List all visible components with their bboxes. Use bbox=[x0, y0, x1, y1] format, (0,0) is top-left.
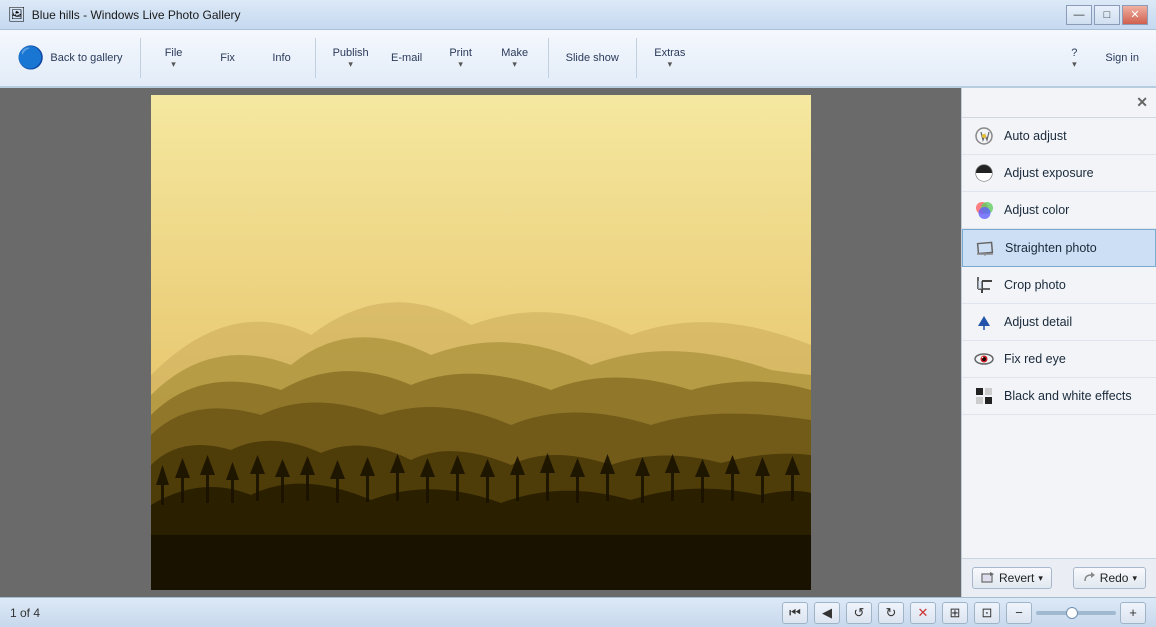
signin-button[interactable]: Sign in bbox=[1096, 33, 1148, 83]
adjust-color-item[interactable]: Adjust color bbox=[962, 192, 1156, 229]
revert-arrow-icon: ▾ bbox=[1038, 573, 1043, 584]
adjust-exposure-item[interactable]: Adjust exposure bbox=[962, 155, 1156, 192]
back-label: Back to gallery bbox=[50, 52, 122, 64]
sep-2 bbox=[315, 38, 316, 78]
extras-menu-button[interactable]: Extras ▾ bbox=[645, 33, 695, 83]
slideshow-label: Slide show bbox=[566, 52, 619, 64]
nav-controls: ⏮ ◀ ↺ ↻ ✕ ⊞ ⊡ − + bbox=[782, 602, 1146, 624]
titlebar: 🖼 Blue hills - Windows Live Photo Galler… bbox=[0, 0, 1156, 30]
redo-button[interactable]: Redo ▾ bbox=[1073, 567, 1146, 589]
auto-adjust-icon bbox=[974, 126, 994, 146]
revert-label: Revert bbox=[999, 571, 1034, 585]
revert-icon bbox=[981, 571, 995, 585]
straighten-photo-label: Straighten photo bbox=[1005, 241, 1097, 255]
app-icon: 🖼 bbox=[8, 6, 26, 23]
extras-label: Extras bbox=[654, 47, 685, 59]
photo-count: 1 of 4 bbox=[10, 606, 40, 620]
black-white-icon bbox=[974, 386, 994, 406]
prev-photo-button[interactable]: ◀ bbox=[814, 602, 840, 624]
publish-label: Publish bbox=[333, 47, 369, 59]
window-controls: — □ ✕ bbox=[1066, 5, 1148, 25]
extras-arrow-icon: ▾ bbox=[666, 59, 675, 70]
print-label: Print bbox=[449, 47, 472, 59]
fix-label: Fix bbox=[220, 52, 235, 64]
zoom-slider[interactable] bbox=[1036, 611, 1116, 615]
slideshow-button[interactable]: Slide show bbox=[557, 33, 628, 83]
redo-icon bbox=[1082, 571, 1096, 585]
print-arrow-icon: ▾ bbox=[456, 59, 465, 70]
sep-4 bbox=[636, 38, 637, 78]
email-button[interactable]: E-mail bbox=[382, 33, 432, 83]
make-menu-button[interactable]: Make ▾ bbox=[490, 33, 540, 83]
panel-footer: Revert ▾ Redo ▾ bbox=[962, 558, 1156, 597]
sep-1 bbox=[140, 38, 141, 78]
zoom-out-button[interactable]: − bbox=[1006, 602, 1032, 624]
make-arrow-icon: ▾ bbox=[510, 59, 519, 70]
rotate-cw-button[interactable]: ↻ bbox=[878, 602, 904, 624]
fix-button[interactable]: Fix bbox=[203, 33, 253, 83]
photo-canvas bbox=[151, 95, 811, 590]
adjust-color-icon bbox=[974, 200, 994, 220]
info-button[interactable]: Info bbox=[257, 33, 307, 83]
adjust-detail-icon bbox=[974, 312, 994, 332]
panel-close-button[interactable]: ✕ bbox=[1136, 94, 1148, 111]
fix-red-eye-label: Fix red eye bbox=[1004, 352, 1066, 366]
black-white-item[interactable]: Black and white effects bbox=[962, 378, 1156, 415]
redo-label: Redo bbox=[1100, 571, 1129, 585]
straighten-photo-icon bbox=[975, 238, 995, 258]
close-button[interactable]: ✕ bbox=[1122, 5, 1148, 25]
help-label: ? bbox=[1071, 47, 1077, 59]
adjust-color-label: Adjust color bbox=[1004, 203, 1069, 217]
crop-photo-icon bbox=[974, 275, 994, 295]
toolbar: 🔵 Back to gallery File ▾ Fix Info Publis… bbox=[0, 30, 1156, 88]
adjust-exposure-label: Adjust exposure bbox=[1004, 166, 1094, 180]
help-menu-button[interactable]: ? ▾ bbox=[1056, 33, 1092, 83]
crop-photo-label: Crop photo bbox=[1004, 278, 1066, 292]
crop-photo-item[interactable]: Crop photo bbox=[962, 267, 1156, 304]
right-panel: ✕ Auto adjust Adjust exposure bbox=[961, 88, 1156, 597]
straighten-photo-item[interactable]: Straighten photo bbox=[962, 229, 1156, 267]
signin-label: Sign in bbox=[1105, 52, 1139, 64]
auto-adjust-label: Auto adjust bbox=[1004, 129, 1067, 143]
file-menu-button[interactable]: File ▾ bbox=[149, 33, 199, 83]
photo-area bbox=[0, 88, 961, 597]
minimize-button[interactable]: — bbox=[1066, 5, 1092, 25]
info-label: Info bbox=[272, 52, 290, 64]
back-icon: 🔵 bbox=[17, 45, 44, 71]
zoom-controls: − + bbox=[1006, 602, 1146, 624]
publish-menu-button[interactable]: Publish ▾ bbox=[324, 33, 378, 83]
auto-adjust-item[interactable]: Auto adjust bbox=[962, 118, 1156, 155]
display-button[interactable]: ⊞ bbox=[942, 602, 968, 624]
sep-3 bbox=[548, 38, 549, 78]
revert-button[interactable]: Revert ▾ bbox=[972, 567, 1052, 589]
fix-red-eye-icon bbox=[974, 349, 994, 369]
panel-items: Auto adjust Adjust exposure Adjust color bbox=[962, 118, 1156, 415]
rotate-ccw-button[interactable]: ↺ bbox=[846, 602, 872, 624]
photo-image bbox=[151, 95, 811, 590]
email-label: E-mail bbox=[391, 52, 422, 64]
back-to-gallery-button[interactable]: 🔵 Back to gallery bbox=[8, 33, 132, 83]
actual-size-button[interactable]: ⊡ bbox=[974, 602, 1000, 624]
first-photo-button[interactable]: ⏮ bbox=[782, 602, 808, 624]
bottombar: 1 of 4 ⏮ ◀ ↺ ↻ ✕ ⊞ ⊡ − + bbox=[0, 597, 1156, 627]
black-white-label: Black and white effects bbox=[1004, 389, 1132, 403]
file-label: File bbox=[165, 47, 183, 59]
help-arrow-icon: ▾ bbox=[1070, 59, 1079, 70]
redo-arrow-icon: ▾ bbox=[1132, 573, 1137, 584]
maximize-button[interactable]: □ bbox=[1094, 5, 1120, 25]
make-label: Make bbox=[501, 47, 528, 59]
adjust-detail-label: Adjust detail bbox=[1004, 315, 1072, 329]
print-menu-button[interactable]: Print ▾ bbox=[436, 33, 486, 83]
adjust-detail-item[interactable]: Adjust detail bbox=[962, 304, 1156, 341]
file-arrow-icon: ▾ bbox=[169, 59, 178, 70]
fix-red-eye-item[interactable]: Fix red eye bbox=[962, 341, 1156, 378]
panel-header: ✕ bbox=[962, 88, 1156, 118]
zoom-in-button[interactable]: + bbox=[1120, 602, 1146, 624]
window-title: Blue hills - Windows Live Photo Gallery bbox=[32, 8, 1066, 22]
adjust-exposure-icon bbox=[974, 163, 994, 183]
main-area: ✕ Auto adjust Adjust exposure bbox=[0, 88, 1156, 597]
zoom-slider-thumb[interactable] bbox=[1066, 607, 1078, 619]
delete-button[interactable]: ✕ bbox=[910, 602, 936, 624]
publish-arrow-icon: ▾ bbox=[346, 59, 355, 70]
